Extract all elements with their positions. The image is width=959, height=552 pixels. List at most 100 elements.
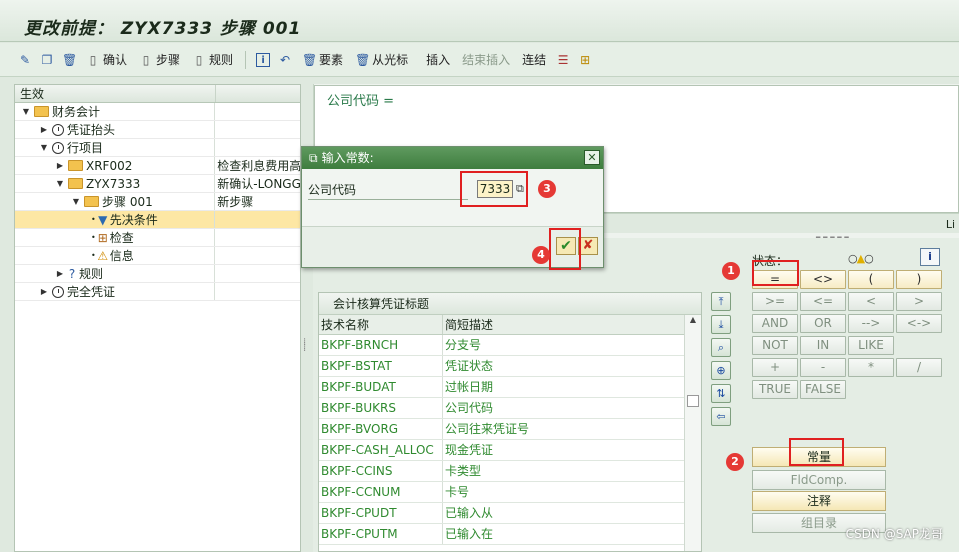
insert-button[interactable]: 插入	[424, 51, 452, 68]
table-row[interactable]: BKPF-CASH_ALLOC 现金凭证	[319, 440, 701, 461]
close-icon[interactable]: ✕	[584, 150, 600, 165]
tree-row[interactable]: • ⊞ 检查	[15, 229, 300, 247]
table-row[interactable]: BKPF-BUDAT 过帐日期	[319, 377, 701, 398]
collapsed-arrow-icon[interactable]: ▶	[55, 157, 65, 174]
step-button[interactable]: ▯ 步骤	[137, 51, 182, 68]
expanded-arrow-icon[interactable]: ▼	[21, 103, 31, 120]
check-icon: ⊞	[97, 230, 108, 245]
hierarchy-icon[interactable]: ⊞	[578, 53, 592, 67]
scroll-bottom-icon[interactable]: ⤓	[711, 315, 731, 334]
back-icon[interactable]: ⇦	[711, 407, 731, 426]
step-badge: 4	[532, 246, 550, 264]
tree-row[interactable]: ▼ ZYX7333 新确认-LONGGE	[15, 175, 300, 193]
collapsed-arrow-icon[interactable]: ▶	[39, 283, 49, 300]
cell-name: BKPF-BUKRS	[319, 398, 443, 418]
end-insert-button[interactable]: 结束插入	[460, 51, 512, 68]
scroll-up-icon[interactable]: ▲	[685, 315, 701, 329]
from-cursor-label: 从光标	[372, 53, 409, 67]
highlight-box	[460, 171, 528, 207]
tree-desc	[215, 283, 300, 300]
operator-button[interactable]: <	[848, 292, 894, 311]
expanded-arrow-icon[interactable]: ▼	[39, 139, 49, 156]
operator-button[interactable]: *	[848, 358, 894, 377]
cell-name: BKPF-BSTAT	[319, 356, 443, 376]
operator-button[interactable]: >	[896, 292, 942, 311]
collapsed-arrow-icon[interactable]: ▶	[55, 265, 65, 282]
page-title: 更改前提： ZYX7333 步骤 001	[24, 19, 302, 39]
expanded-arrow-icon[interactable]: ▼	[71, 193, 81, 210]
operator-button[interactable]: IN	[800, 336, 846, 355]
operator-button[interactable]: -->	[848, 314, 894, 333]
operator-button[interactable]: <->	[896, 314, 942, 333]
copy-icon[interactable]: ❐	[40, 53, 54, 67]
table-header: 技术名称 简短描述	[319, 315, 701, 335]
scroll-top-icon[interactable]: ⤒	[711, 292, 731, 311]
operator-button[interactable]: TRUE	[752, 380, 798, 399]
table-row[interactable]: BKPF-BRNCH 分支号	[319, 335, 701, 356]
tree-desc	[215, 139, 300, 156]
note-button[interactable]: 注释	[752, 491, 886, 511]
operator-button[interactable]: <>	[800, 270, 846, 289]
tree-row-selected[interactable]: • ▼ 先决条件	[15, 211, 300, 229]
operator-button[interactable]: LIKE	[848, 336, 894, 355]
element-button[interactable]: 🗑 要素	[300, 51, 345, 68]
tree-row[interactable]: ▼ 步骤 001 新步骤	[15, 193, 300, 211]
cancel-x-button[interactable]: ✘	[578, 237, 598, 255]
tree-row[interactable]: ▶ XRF002 检查利息费用高	[15, 157, 300, 175]
table-row[interactable]: BKPF-CPUTM 已输入在	[319, 524, 701, 545]
sort-icon[interactable]: ⇅	[711, 384, 731, 403]
table-scrollbar[interactable]: ▲	[684, 315, 701, 551]
confirm-button[interactable]: ▯ 确认	[84, 51, 129, 68]
operator-button[interactable]: <=	[800, 292, 846, 311]
vertical-splitter[interactable]: ⁞ ⁞	[303, 338, 306, 354]
operator-button[interactable]: -	[800, 358, 846, 377]
col-header-name: 技术名称	[319, 315, 443, 334]
tree-row[interactable]: ▼ 财务会计	[15, 103, 300, 121]
operator-button[interactable]: AND	[752, 314, 798, 333]
delete-icon[interactable]: 🗑	[62, 53, 77, 67]
table-row[interactable]: BKPF-CCINS 卡类型	[319, 461, 701, 482]
table-row[interactable]: BKPF-BVORG 公司往来凭证号	[319, 419, 701, 440]
scroll-thumb[interactable]	[687, 395, 699, 407]
list-icon[interactable]: ☰	[556, 53, 570, 67]
trash-icon: 🗑	[355, 52, 371, 67]
edit-icon[interactable]: ✎	[18, 53, 32, 67]
table-row[interactable]: BKPF-CCNUM 卡号	[319, 482, 701, 503]
tree-row[interactable]: ▶ 完全凭证	[15, 283, 300, 301]
tree-row[interactable]: • ⚠ 信息	[15, 247, 300, 265]
tree-row[interactable]: ▼ 行项目	[15, 139, 300, 157]
info-icon[interactable]: i	[256, 52, 271, 67]
dialog-title: 输入常数:	[321, 151, 374, 165]
fldcomp-button[interactable]: FldComp.	[752, 470, 886, 490]
find-next-icon[interactable]: ⊕	[711, 361, 731, 380]
tree-desc: 新步骤	[217, 195, 254, 209]
trash-icon: 🗑	[302, 52, 318, 67]
table-row[interactable]: BKPF-BSTAT 凭证状态	[319, 356, 701, 377]
operator-button[interactable]: NOT	[752, 336, 798, 355]
operator-button[interactable]: FALSE	[800, 380, 846, 399]
clock-icon	[52, 285, 64, 298]
tree-label: 财务会计	[52, 104, 101, 119]
operator-button[interactable]: OR	[800, 314, 846, 333]
operator-button[interactable]: +	[752, 358, 798, 377]
operator-button[interactable]: /	[896, 358, 942, 377]
operator-button[interactable]: (	[848, 270, 894, 289]
rule-icon: ?	[68, 266, 76, 281]
tree-row[interactable]: ▶? 规则	[15, 265, 300, 283]
rule-button[interactable]: ▯ 规则	[190, 51, 235, 68]
tree-label: 完全凭证	[67, 284, 116, 299]
from-cursor-button[interactable]: 🗑 从光标	[353, 51, 410, 68]
operator-button[interactable]: >=	[752, 292, 798, 311]
find-icon[interactable]: ⌕	[711, 338, 731, 357]
operator-button[interactable]: )	[896, 270, 942, 289]
collapsed-arrow-icon[interactable]: ▶	[39, 121, 49, 138]
table-row[interactable]: BKPF-CPUDT 已输入从	[319, 503, 701, 524]
connect-button[interactable]: 连结	[520, 51, 548, 68]
undo-icon[interactable]: ↶	[278, 53, 292, 67]
expanded-arrow-icon[interactable]: ▼	[55, 175, 65, 192]
confirm-label: 确认	[103, 53, 128, 67]
step-label: 步骤	[156, 53, 181, 67]
tree-row[interactable]: ▶ 凭证抬头	[15, 121, 300, 139]
info-button[interactable]: i	[920, 248, 940, 266]
table-row[interactable]: BKPF-BUKRS 公司代码	[319, 398, 701, 419]
